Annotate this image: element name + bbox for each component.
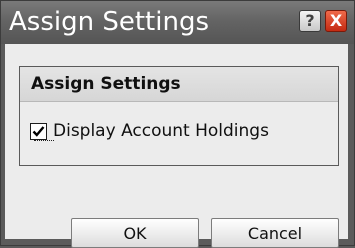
checkmark-icon (32, 125, 45, 137)
window-title: Assign Settings (9, 7, 209, 37)
ok-button[interactable]: OK (71, 218, 199, 248)
help-button[interactable]: ? (299, 10, 321, 32)
title-bar[interactable]: Assign Settings ? X (1, 1, 354, 44)
group-header: Assign Settings (20, 67, 338, 102)
dialog-body: Assign Settings Display Account Holdings… (5, 44, 348, 248)
cancel-button[interactable]: Cancel (211, 218, 339, 248)
help-icon: ? (305, 11, 315, 30)
display-account-holdings-option[interactable]: Display Account Holdings (30, 119, 269, 143)
focus-indicator (34, 140, 54, 141)
dialog-window: Assign Settings ? X Assign Settings Disp… (0, 0, 355, 248)
checkbox-label: Display Account Holdings (53, 121, 269, 141)
close-button[interactable]: X (325, 10, 347, 32)
settings-group: Assign Settings Display Account Holdings (19, 66, 339, 166)
display-account-holdings-checkbox[interactable] (30, 122, 47, 140)
close-icon: X (329, 11, 343, 30)
group-title: Assign Settings (31, 74, 181, 94)
